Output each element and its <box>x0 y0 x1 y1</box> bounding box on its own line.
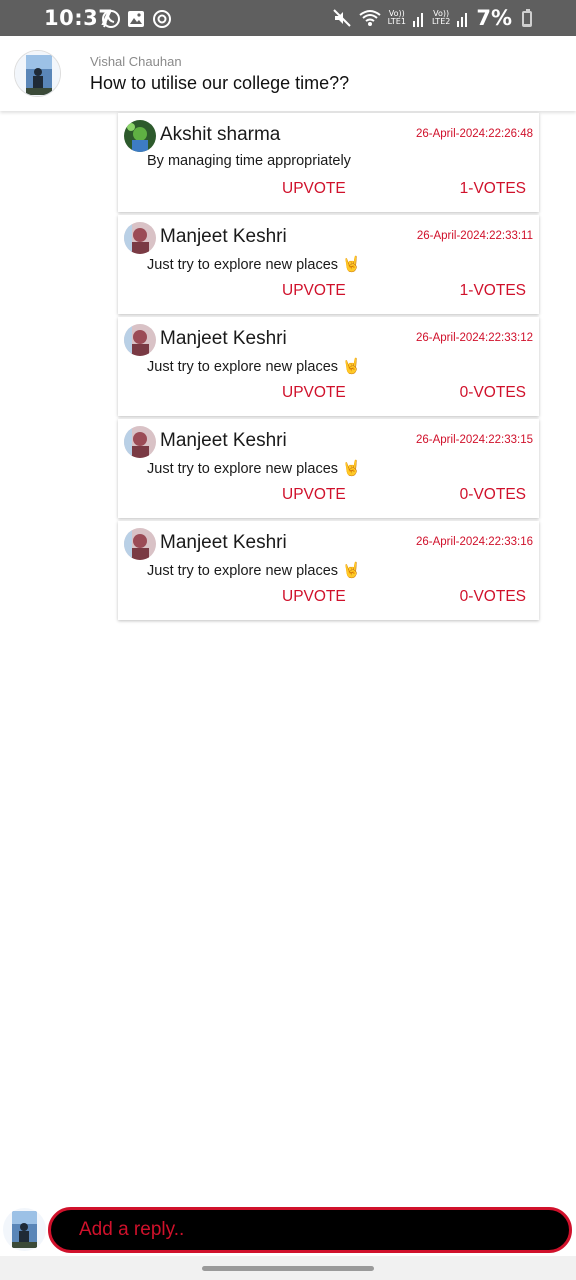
reply-author: Manjeet Keshri <box>160 532 287 553</box>
sync-icon <box>153 10 171 28</box>
avatar-image <box>15 51 60 96</box>
battery-icon <box>522 9 532 27</box>
signal-icon <box>412 13 423 27</box>
mute-icon <box>332 9 351 27</box>
reply-author: Manjeet Keshri <box>160 328 287 349</box>
reply-author: Manjeet Keshri <box>160 226 287 247</box>
wifi-icon <box>358 10 381 26</box>
reply-card: Manjeet Keshri 26-April-2024:22:33:16 Ju… <box>118 521 539 620</box>
avatar-image <box>124 528 156 560</box>
reply-timestamp: 26-April-2024:22:33:11 <box>416 230 533 242</box>
replies-list: Akshit sharma 26-April-2024:22:26:48 By … <box>118 113 540 623</box>
whatsapp-icon <box>102 10 120 28</box>
rock-on-emoji-icon: 🤘 <box>342 460 361 477</box>
upvote-button[interactable]: UPVOTE <box>282 588 346 606</box>
vote-count: 0-VOTES <box>459 486 526 503</box>
avatar[interactable] <box>124 528 156 560</box>
gallery-icon <box>128 11 144 27</box>
reply-timestamp: 26-April-2024:22:33:16 <box>416 536 533 548</box>
question-author: Vishal Chauhan <box>90 54 182 69</box>
avatar-image <box>124 324 156 356</box>
reply-text: Just try to explore new places 🤘 <box>147 358 361 375</box>
upvote-button[interactable]: UPVOTE <box>282 486 346 504</box>
vote-count: 0-VOTES <box>459 384 526 401</box>
battery-fill <box>524 24 530 25</box>
reply-text: By managing time appropriately <box>147 153 351 169</box>
upvote-button[interactable]: UPVOTE <box>282 282 346 300</box>
avatar-image <box>124 222 156 254</box>
network-2-label: Vo)) LTE2 <box>431 9 451 26</box>
reply-card: Manjeet Keshri 26-April-2024:22:33:12 Ju… <box>118 317 539 416</box>
avatar-image <box>124 426 156 458</box>
network-1-label: Vo)) LTE1 <box>387 9 406 26</box>
reply-timestamp: 26-April-2024:22:26:48 <box>416 128 533 140</box>
avatar-image <box>124 120 156 152</box>
upvote-button[interactable]: UPVOTE <box>282 384 346 402</box>
avatar-image <box>3 1208 46 1251</box>
avatar[interactable] <box>3 1208 46 1251</box>
question-title: How to utilise our college time?? <box>90 73 350 93</box>
reply-timestamp: 26-April-2024:22:33:15 <box>416 434 533 446</box>
vote-count: 1-VOTES <box>459 180 526 197</box>
rock-on-emoji-icon: 🤘 <box>342 562 361 579</box>
reply-card: Manjeet Keshri 26-April-2024:22:33:11 Ju… <box>118 215 539 314</box>
question-header: Vishal Chauhan How to utilise our colleg… <box>0 36 576 111</box>
reply-author: Manjeet Keshri <box>160 430 287 451</box>
battery-percent: 7% <box>476 6 512 30</box>
status-right: Vo)) LTE1 Vo)) LTE2 7% <box>332 5 534 31</box>
reply-bar <box>0 1200 576 1260</box>
reply-timestamp: 26-April-2024:22:33:12 <box>416 332 533 344</box>
reply-text: Just try to explore new places 🤘 <box>147 256 361 273</box>
avatar[interactable] <box>124 222 156 254</box>
avatar[interactable] <box>124 426 156 458</box>
avatar[interactable] <box>14 50 61 97</box>
reply-card: Manjeet Keshri 26-April-2024:22:33:15 Ju… <box>118 419 539 518</box>
rock-on-emoji-icon: 🤘 <box>342 256 361 273</box>
reply-input[interactable] <box>48 1207 572 1253</box>
rock-on-emoji-icon: 🤘 <box>342 358 361 375</box>
avatar[interactable] <box>124 324 156 356</box>
reply-text: Just try to explore new places 🤘 <box>147 562 361 579</box>
reply-card: Akshit sharma 26-April-2024:22:26:48 By … <box>118 113 539 212</box>
signal-icon <box>457 13 468 27</box>
gesture-nav-area <box>0 1256 576 1280</box>
avatar[interactable] <box>124 120 156 152</box>
home-indicator[interactable] <box>202 1266 374 1271</box>
vote-count: 0-VOTES <box>459 588 526 605</box>
reply-author: Akshit sharma <box>160 124 281 145</box>
status-bar: 10:37 Vo)) LTE1 Vo)) LTE2 7% <box>0 0 576 36</box>
reply-text: Just try to explore new places 🤘 <box>147 460 361 477</box>
vote-count: 1-VOTES <box>459 282 526 299</box>
upvote-button[interactable]: UPVOTE <box>282 180 346 198</box>
